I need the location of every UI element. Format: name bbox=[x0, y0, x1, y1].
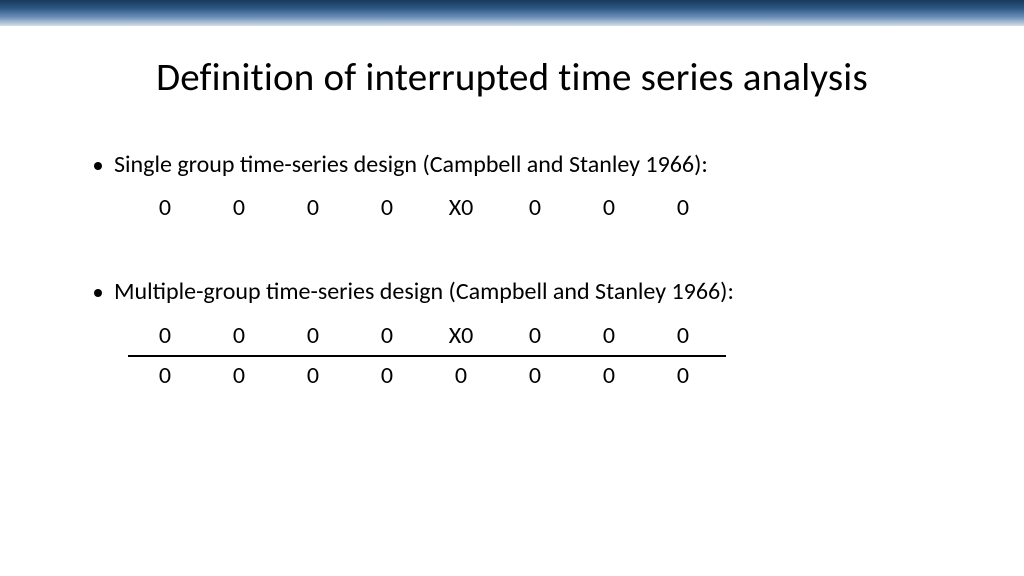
cell: 0 bbox=[128, 319, 202, 354]
cell: 0 bbox=[202, 191, 276, 226]
cell: 0 bbox=[350, 359, 424, 394]
slide-title: Definition of interrupted time series an… bbox=[80, 54, 944, 101]
cell: X0 bbox=[424, 319, 498, 354]
cell: 0 bbox=[646, 191, 720, 226]
cell: 0 bbox=[276, 359, 350, 394]
cell: 0 bbox=[646, 319, 720, 354]
cell: 0 bbox=[128, 191, 202, 226]
single-group-row: 0 0 0 0 X0 0 0 0 bbox=[128, 191, 944, 226]
bullet-multiple-group: Multiple-group time-series design (Campb… bbox=[94, 276, 944, 308]
cell: 0 bbox=[572, 191, 646, 226]
multiple-group-row-2: 0 0 0 0 0 0 0 0 bbox=[128, 359, 944, 394]
cell: 0 bbox=[572, 359, 646, 394]
cell: 0 bbox=[424, 359, 498, 394]
cell: 0 bbox=[350, 191, 424, 226]
slide-top-accent bbox=[0, 0, 1024, 26]
cell: 0 bbox=[498, 191, 572, 226]
group-divider-line bbox=[128, 355, 726, 357]
slide-content: Definition of interrupted time series an… bbox=[0, 26, 1024, 394]
multiple-group-row-1: 0 0 0 0 X0 0 0 0 bbox=[128, 319, 944, 354]
bullet-dot-icon bbox=[94, 289, 102, 297]
bullet-single-group-text: Single group time-series design (Campbel… bbox=[114, 149, 708, 181]
cell: 0 bbox=[276, 191, 350, 226]
cell: 0 bbox=[350, 319, 424, 354]
single-group-row-wrap: 0 0 0 0 X0 0 0 0 bbox=[128, 191, 944, 226]
cell: 0 bbox=[498, 319, 572, 354]
bullet-single-group: Single group time-series design (Campbel… bbox=[94, 149, 944, 181]
cell: 0 bbox=[498, 359, 572, 394]
cell: 0 bbox=[202, 319, 276, 354]
bullet-multiple-group-text: Multiple-group time-series design (Campb… bbox=[114, 276, 734, 308]
cell: 0 bbox=[202, 359, 276, 394]
multiple-group-row-wrap: 0 0 0 0 X0 0 0 0 0 0 0 0 0 0 0 0 bbox=[128, 319, 944, 395]
bullet-dot-icon bbox=[94, 162, 102, 170]
cell: X0 bbox=[424, 191, 498, 226]
cell: 0 bbox=[646, 359, 720, 394]
cell: 0 bbox=[572, 319, 646, 354]
cell: 0 bbox=[128, 359, 202, 394]
cell: 0 bbox=[276, 319, 350, 354]
